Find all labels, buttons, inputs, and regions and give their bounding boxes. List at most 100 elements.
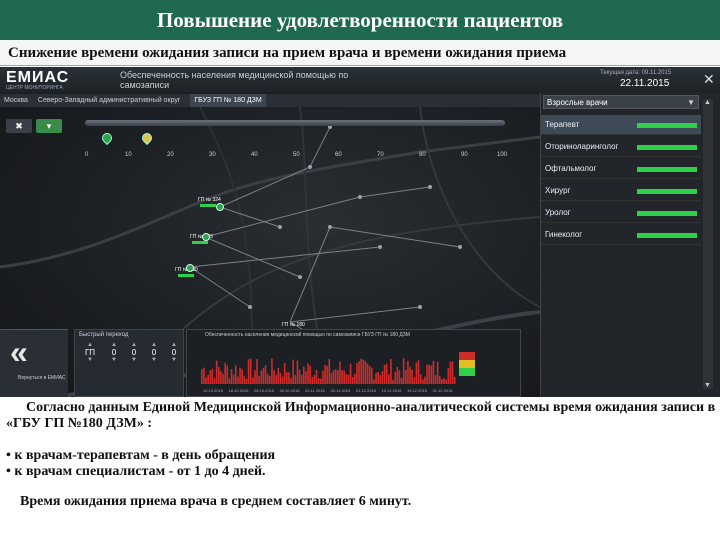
activity-bar (400, 378, 403, 384)
activity-bar (388, 374, 390, 384)
x-tick-label: 01.12.2015 (356, 388, 377, 393)
activity-bar (354, 374, 356, 384)
date-display[interactable]: 22.11.2015 (620, 78, 669, 89)
activity-bar (436, 361, 439, 384)
wait-time-text: Время ожидания приема врача в среднем со… (20, 494, 412, 509)
activity-bar (413, 377, 416, 384)
doctor-category-select[interactable]: Взрослые врачи ▼ (543, 95, 699, 109)
range-slider[interactable] (85, 120, 505, 126)
legend-green (459, 368, 509, 376)
activity-bar (222, 373, 224, 384)
activity-bar (266, 373, 269, 384)
app-header: ЕМИАС ЦЕНТР МОНИТОРИНГА Обеспеченность н… (0, 67, 720, 93)
quick-nav-col[interactable]: ▲ 0 ▼ (105, 342, 123, 363)
clinic-label: ГП № 180 (282, 322, 305, 328)
doctor-row-urologist[interactable]: Уролог (541, 203, 701, 223)
activity-bar (328, 358, 331, 384)
activity-bar (453, 376, 456, 384)
activity-bar (364, 361, 367, 384)
quick-nav-col[interactable]: ▲ ГП ▼ (81, 342, 99, 363)
doctor-row-ophthalmologist[interactable]: Офтальмолог (541, 159, 701, 179)
activity-chart-svg: 10.10.2015 18.10.2015 28.10.2015 30.10.2015… (201, 358, 456, 393)
activity-bar (211, 368, 214, 384)
current-date-label: Текущая дата: 09.11.2015 (600, 70, 672, 76)
availability-bar (637, 211, 697, 216)
activity-bar (220, 370, 222, 384)
activity-bar (298, 369, 301, 384)
activity-bar (428, 364, 430, 384)
clinic-pin[interactable] (216, 203, 224, 211)
clinic-pin[interactable] (186, 264, 194, 272)
bullet-specialists: • к врачам специалистам - от 1 до 4 дней… (6, 464, 266, 479)
panel-scrollbar[interactable]: ▲ ▼ (703, 99, 713, 389)
activity-bar (303, 366, 305, 384)
activity-bar (317, 378, 320, 384)
activity-bar (434, 374, 437, 384)
activity-bar (292, 359, 294, 384)
activity-bar (402, 358, 405, 384)
breadcrumb-item-clinic[interactable]: ГБУЗ ГП № 180 ДЗМ (190, 94, 266, 107)
activity-bar (392, 379, 394, 384)
scroll-down-icon[interactable]: ▼ (704, 382, 711, 389)
activity-bar (281, 376, 284, 384)
activity-bar (288, 372, 290, 384)
activity-bar (324, 365, 326, 384)
activity-bar (339, 361, 341, 384)
doctor-row-surgeon[interactable]: Хирург (541, 181, 701, 201)
x-tick-label: 10.12.2015 (382, 388, 403, 393)
activity-bar (232, 374, 235, 384)
activity-bar (254, 370, 256, 384)
activity-bar (430, 365, 433, 384)
activity-bar (256, 358, 258, 384)
activity-bar (322, 370, 324, 384)
activity-bar (245, 378, 248, 384)
emias-screenshot: ЕМИАС ЦЕНТР МОНИТОРИНГА Обеспеченность н… (0, 67, 720, 397)
availability-bar (637, 167, 697, 172)
doctor-row-ent[interactable]: Оториноларинголог (541, 137, 701, 157)
activity-bar (356, 363, 358, 384)
slide-title: Повышение удовлетворенности пациентов (0, 0, 720, 40)
activity-bar (385, 363, 388, 384)
layers-button[interactable]: ✖ (6, 119, 32, 133)
logo-subtitle: ЦЕНТР МОНИТОРИНГА (6, 85, 63, 91)
quick-nav-col[interactable]: ▲ 0 ▼ (165, 342, 183, 363)
availability-bar (637, 123, 697, 128)
quick-nav-col[interactable]: ▲ 0 ▼ (125, 342, 143, 363)
close-icon[interactable]: ✕ (703, 71, 715, 88)
breadcrumb-item-moscow[interactable]: Москва (4, 94, 28, 107)
activity-bar (373, 379, 375, 384)
clinic-bar (192, 241, 208, 244)
breadcrumb-item-district[interactable]: Северо-Западный административный округ (38, 94, 180, 107)
activity-bar (313, 375, 316, 384)
activity-bar (337, 370, 339, 384)
activity-bar (383, 364, 386, 384)
activity-bar (394, 372, 396, 384)
quick-nav-title: Быстрый переход (79, 332, 129, 338)
activity-bar (279, 372, 282, 384)
activity-bar (243, 376, 246, 384)
legend-red (459, 352, 509, 360)
activity-bar (439, 376, 441, 384)
scroll-up-icon[interactable]: ▲ (704, 99, 711, 106)
activity-bar (260, 370, 263, 384)
doctor-row-gynecologist[interactable]: Гинеколог (541, 225, 701, 245)
activity-bar (296, 360, 299, 384)
activity-bar (362, 359, 365, 384)
chart-legend (459, 352, 509, 376)
activity-bar (209, 370, 212, 384)
filter-button[interactable]: ▾ (36, 119, 62, 133)
activity-bar (275, 374, 277, 384)
back-widget[interactable]: « Вернуться в ЕМИАС (0, 329, 68, 397)
doctor-row-therapist[interactable]: Терапевт (541, 115, 701, 135)
activity-bar (417, 360, 420, 384)
activity-bar (368, 365, 371, 384)
activity-bar (349, 363, 352, 384)
activity-bar (443, 378, 445, 384)
quick-nav-col[interactable]: ▲ 0 ▼ (145, 342, 163, 363)
activity-bar (305, 371, 307, 384)
activity-bar (226, 365, 229, 384)
activity-bar (307, 363, 309, 384)
x-tick-label: 31.12.2015 (433, 388, 454, 393)
activity-bar (351, 377, 354, 384)
clinic-pin[interactable] (202, 233, 210, 241)
